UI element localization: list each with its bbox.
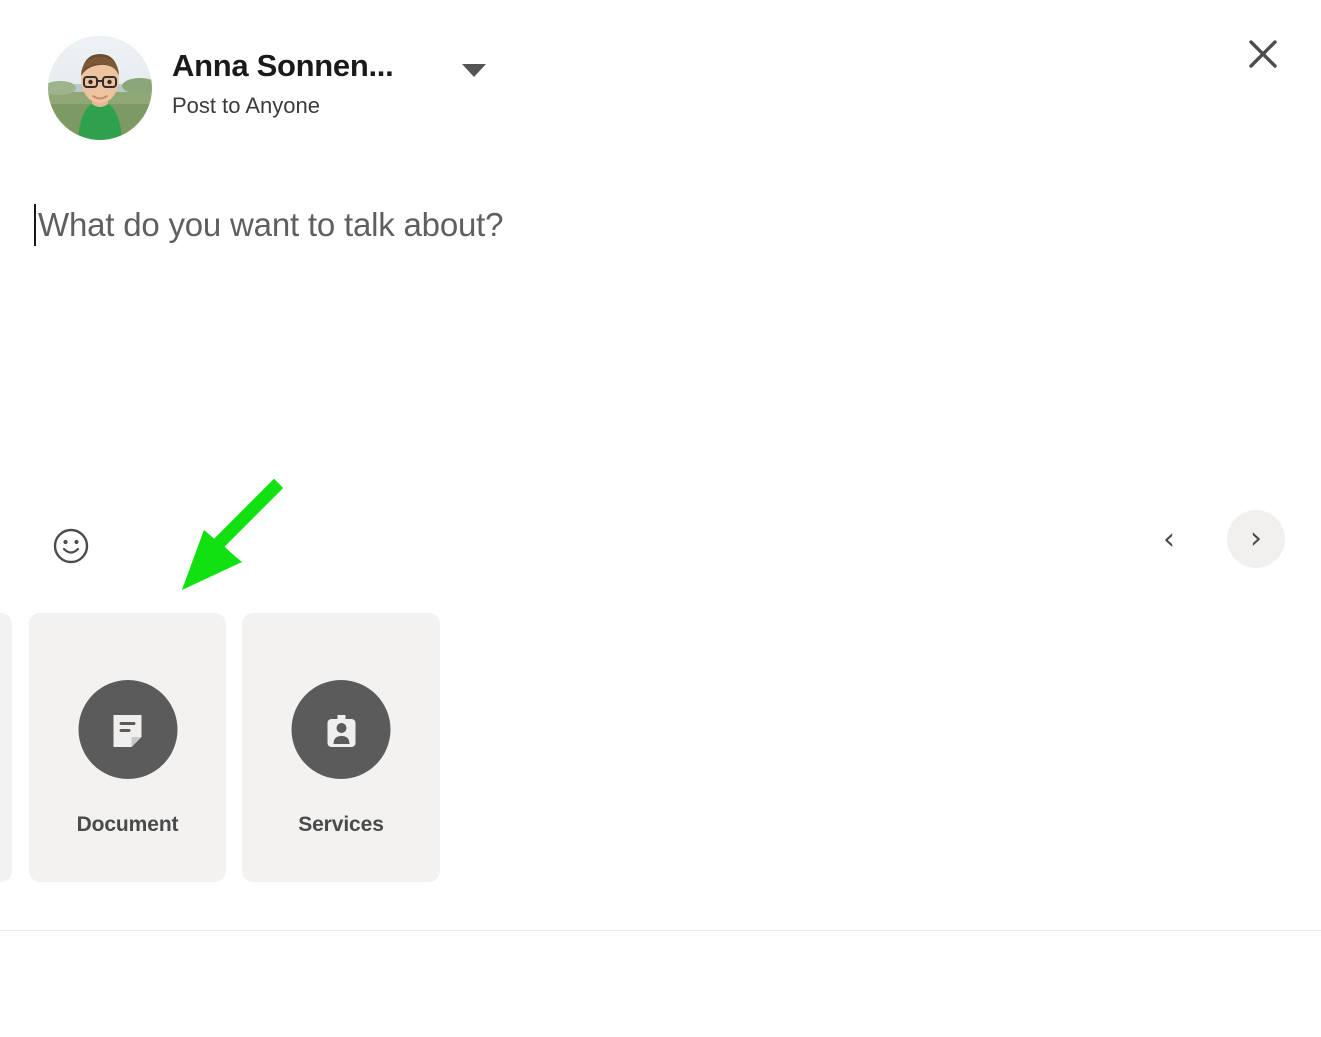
editor-line: What do you want to talk about? bbox=[34, 202, 503, 248]
green-pointer-arrow bbox=[170, 478, 290, 598]
editor-placeholder: What do you want to talk about? bbox=[38, 206, 504, 243]
attachment-card-rail: Document Services bbox=[0, 613, 1321, 883]
post-text-editor[interactable]: What do you want to talk about? bbox=[0, 186, 1321, 486]
audience-label: Post to Anyone bbox=[172, 93, 320, 118]
attachment-card-document-label: Document bbox=[76, 813, 179, 836]
post-composer-modal: Anna Sonnen... Post to Anyone What do yo… bbox=[0, 0, 1321, 1037]
composer-header: Anna Sonnen... Post to Anyone bbox=[0, 0, 1321, 160]
id-badge-icon bbox=[327, 714, 355, 747]
document-icon-circle bbox=[78, 680, 177, 779]
close-icon[interactable] bbox=[1231, 24, 1295, 84]
attachment-card-document[interactable]: Document bbox=[29, 613, 226, 882]
smiley-face-icon[interactable] bbox=[52, 527, 90, 565]
composer-footer: Post bbox=[0, 931, 1321, 1037]
carousel-prev-button[interactable]: ‹ bbox=[1147, 518, 1191, 562]
user-avatar-photo bbox=[48, 36, 152, 140]
carousel-next-button[interactable]: › bbox=[1227, 510, 1285, 568]
avatar[interactable] bbox=[48, 36, 152, 140]
author-block: Anna Sonnen... Post to Anyone bbox=[172, 44, 592, 122]
attachment-card-partial[interactable] bbox=[0, 613, 12, 882]
attachment-card-services-label: Services bbox=[298, 813, 384, 836]
attachment-carousel-nav: ‹ › bbox=[1139, 510, 1289, 570]
text-caret bbox=[34, 204, 36, 246]
chevron-down-icon[interactable] bbox=[458, 56, 490, 84]
document-icon bbox=[113, 714, 142, 747]
id-badge-icon-circle bbox=[291, 680, 391, 779]
attachment-card-services[interactable]: Services bbox=[242, 613, 440, 882]
author-name: Anna Sonnen... bbox=[172, 48, 394, 83]
